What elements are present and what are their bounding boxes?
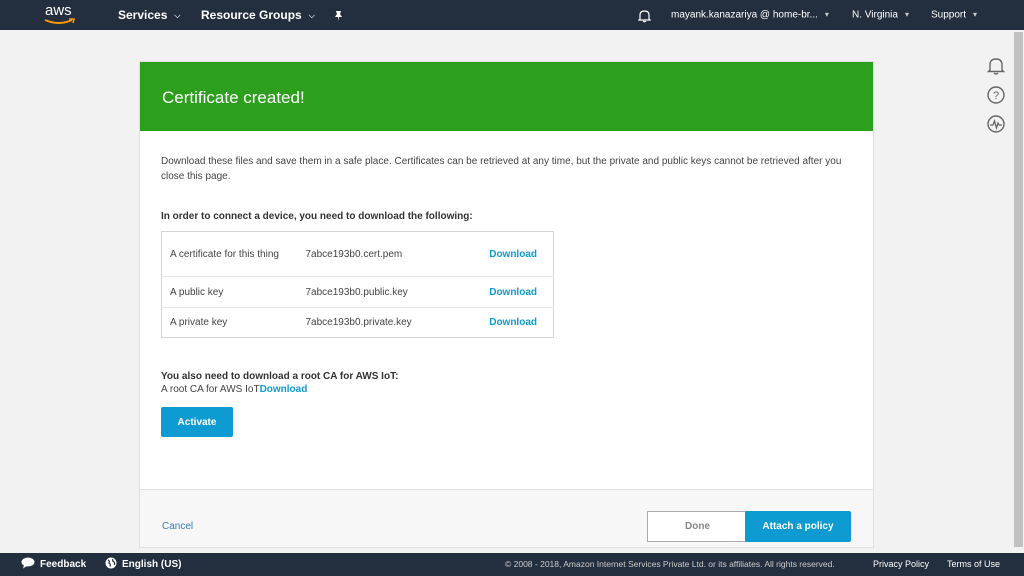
file-description: A private key: [170, 317, 228, 328]
attach-policy-button[interactable]: Attach a policy: [745, 511, 851, 542]
intro-text: Download these files and save them in a …: [161, 156, 842, 182]
copyright-text: © 2008 - 2018, Amazon Internet Services …: [505, 559, 835, 569]
services-label: Services: [118, 8, 168, 22]
root-ca-line: A root CA for AWS IoTDownload: [161, 384, 851, 395]
root-ca-text: A root CA for AWS IoT: [161, 384, 260, 395]
feedback-button[interactable]: Feedback: [21, 553, 86, 576]
side-icon-rail: ?: [986, 56, 1010, 143]
activate-button[interactable]: Activate: [161, 407, 233, 437]
chevron-down-icon: ▾: [824, 10, 829, 19]
cancel-link[interactable]: Cancel: [162, 521, 193, 532]
language-selector[interactable]: English (US): [105, 553, 181, 576]
aws-logo[interactable]: aws: [44, 2, 78, 27]
card-body: Download these files and save them in a …: [140, 131, 873, 437]
page-title: Certificate created!: [162, 88, 305, 107]
help-icon[interactable]: ?: [986, 85, 1006, 105]
notifications-bell-icon[interactable]: [637, 0, 652, 30]
support-menu[interactable]: Support ▾: [931, 0, 977, 30]
file-name: 7abce193b0.public.key: [305, 286, 408, 298]
download-root-ca-link[interactable]: Download: [260, 384, 308, 395]
pin-icon[interactable]: [333, 0, 344, 30]
svg-text:?: ?: [993, 90, 999, 102]
files-table: A certificate for this thing 7abce193b0.…: [161, 231, 554, 338]
account-menu[interactable]: mayank.kanazariya @ home-br... ▾: [671, 0, 829, 30]
support-label: Support: [931, 9, 967, 21]
chevron-down-icon: ⌵: [174, 10, 181, 20]
aws-smile-icon: [44, 18, 75, 24]
files-section-label: In order to connect a device, you need t…: [161, 211, 473, 222]
chevron-down-icon: ▾: [973, 10, 978, 19]
file-description: A public key: [170, 286, 224, 298]
resource-groups-menu[interactable]: Resource Groups ⌵: [201, 0, 315, 30]
done-button[interactable]: Done: [647, 511, 748, 542]
card-header: Certificate created!: [140, 62, 873, 131]
services-menu[interactable]: Services ⌵: [118, 0, 180, 30]
chevron-down-icon: ⌵: [308, 10, 315, 20]
resource-groups-label: Resource Groups: [201, 8, 302, 22]
certificate-created-card: Certificate created! Download these file…: [139, 61, 874, 548]
health-icon[interactable]: [986, 114, 1006, 134]
region-label: N. Virginia: [852, 9, 898, 21]
top-nav: aws Services ⌵ Resource Groups ⌵ mayank.ka…: [0, 0, 1024, 30]
table-row: A certificate for this thing 7abce193b0.…: [161, 232, 554, 277]
card-footer: Cancel Done Attach a policy: [140, 489, 873, 547]
file-description: A certificate for this thing: [170, 248, 279, 260]
language-label: English (US): [122, 559, 182, 570]
download-cert-link[interactable]: Download: [489, 249, 537, 260]
chevron-down-icon: ▾: [904, 10, 909, 19]
download-private-key-link[interactable]: Download: [489, 317, 537, 328]
page-scrollbar[interactable]: [1013, 30, 1024, 552]
download-public-key-link[interactable]: Download: [489, 287, 537, 298]
privacy-policy-link[interactable]: Privacy Policy: [873, 553, 929, 576]
footer-bar: Feedback English (US) © 2008 - 2018, Ama…: [0, 553, 1024, 576]
feedback-label: Feedback: [40, 559, 87, 570]
globe-icon: [105, 557, 117, 569]
scrollbar-thumb[interactable]: [1014, 32, 1023, 547]
bell-icon[interactable]: [986, 56, 1006, 76]
terms-of-use-link[interactable]: Terms of Use: [947, 553, 1000, 576]
region-menu[interactable]: N. Virginia ▾: [852, 0, 909, 30]
aws-logo-text: aws: [45, 2, 72, 19]
speech-bubble-icon: [21, 557, 35, 569]
file-name: 7abce193b0.private.key: [305, 317, 412, 328]
file-name: 7abce193b0.cert.pem: [305, 248, 403, 260]
table-row: A private key 7abce193b0.private.key Dow…: [162, 308, 554, 338]
root-ca-label: You also need to download a root CA for …: [161, 371, 399, 382]
table-row: A public key 7abce193b0.public.key Downl…: [161, 277, 554, 308]
account-label: mayank.kanazariya @ home-br...: [671, 9, 818, 21]
